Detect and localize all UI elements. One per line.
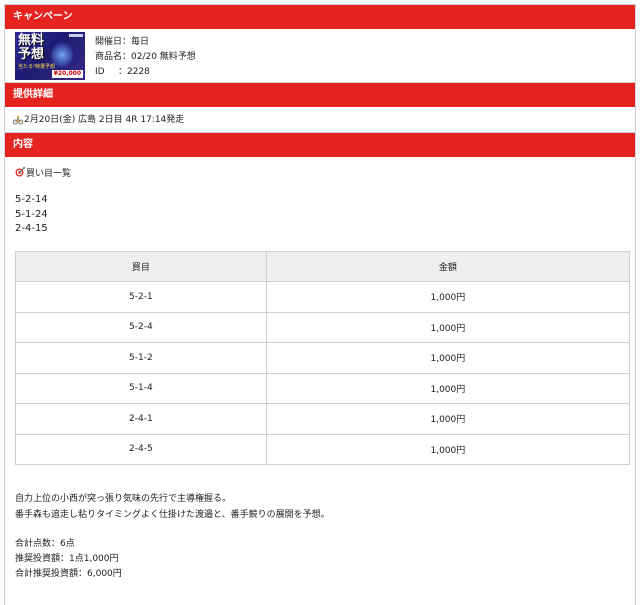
table-row: 5-1-4 1,000円 [15, 372, 631, 404]
total-points: 合計点数：6点 [15, 539, 75, 549]
table-row: 5-2-1 1,000円 [15, 281, 631, 313]
combo-item: 2-4-15 [15, 223, 48, 234]
comment-line: 番手森も追走し粘りタイミングよく仕掛けた渡邉と、番手競りの展開を予想。 [15, 510, 330, 520]
comment-line: 自力上位の小西が突っ張り気味の先行で主導権握る。 [15, 494, 232, 504]
campaign-product: 商品名：02/20 無料予想 [95, 52, 196, 62]
bets-col-header-amount: 金額 [265, 250, 631, 282]
prediction-comment: 自力上位の小西が突っ張り気味の先行で主導権握る。 番手森も追走し粘りタイミングよ… [15, 491, 625, 523]
combo-item: 5-1-24 [15, 208, 48, 220]
banner-line2: 予想 [18, 47, 45, 62]
campaign-id-value: ：2228 [118, 67, 150, 77]
campaign-info: 開催日：毎日 商品名：02/20 無料予想 ID ：2228 [95, 29, 196, 82]
bets-table: 買目 金額 5-2-1 1,000円 5-2-4 1,000円 5-1-2 1,… [15, 250, 631, 466]
buy-list-title-text: 買い目一覧 [26, 168, 72, 179]
bet-combo-cell: 2-4-5 [15, 433, 267, 465]
bicycle-rider-icon [13, 115, 23, 124]
race-info-line: 2月20日(金) 広島 2日目 4R 17:14発走 [5, 107, 635, 133]
table-row: 2-4-5 1,000円 [15, 433, 631, 465]
dart-target-icon [15, 167, 25, 177]
bet-combo-cell: 5-2-1 [15, 281, 267, 313]
content-header: 内容 [5, 133, 635, 157]
bet-combo-cell: 5-1-2 [15, 342, 267, 374]
banner-line1: 無料 [18, 33, 45, 48]
bet-combo-cell: 5-1-4 [15, 372, 267, 404]
table-row: 5-1-2 1,000円 [15, 342, 631, 374]
campaign-id-label: ID [95, 67, 105, 77]
banner-small-text: 当たる!特選予想 [18, 64, 56, 70]
bet-amount-cell: 1,000円 [265, 281, 631, 313]
total-recommended-stake: 合計推奨投資額：6,000円 [15, 569, 122, 579]
race-info-text: 2月20日(金) 広島 2日目 4R 17:14発走 [24, 114, 185, 125]
campaign-banner[interactable]: 無料 予想 当たる!特選予想 ¥20,000 [15, 32, 85, 80]
banner-price: ¥20,000 [51, 70, 83, 78]
banner-corner-mark [69, 34, 83, 37]
table-row: 2-4-1 1,000円 [15, 403, 631, 435]
bet-amount-cell: 1,000円 [265, 342, 631, 374]
content-body: 買い目一覧 5-2-14 5-1-24 2-4-15 買目 金額 5-2-1 1… [5, 157, 635, 582]
table-row: 5-2-4 1,000円 [15, 311, 631, 343]
page-frame: キャンペーン 無料 予想 当たる!特選予想 ¥20,000 開催日：毎日 商品名… [4, 4, 636, 605]
campaign-date: 開催日：毎日 [95, 37, 150, 47]
bet-amount-cell: 1,000円 [265, 403, 631, 435]
bet-combo-cell: 2-4-1 [15, 403, 267, 435]
campaign-id: ID ：2228 [95, 65, 196, 80]
campaign-block: 無料 予想 当たる!特選予想 ¥20,000 開催日：毎日 商品名：02/20 … [5, 29, 635, 83]
buy-list-title: 買い目一覧 [15, 165, 625, 179]
bet-amount-cell: 1,000円 [265, 372, 631, 404]
combo-list: 5-2-14 5-1-24 2-4-15 [15, 193, 625, 237]
bet-amount-cell: 1,000円 [265, 433, 631, 465]
recommended-stake: 推奨投資額：1点1,000円 [15, 554, 119, 564]
campaign-header: キャンペーン [5, 5, 635, 29]
totals-summary: 合計点数：6点 推奨投資額：1点1,000円 合計推奨投資額：6,000円 [15, 537, 625, 582]
detail-header: 提供詳細 [5, 83, 635, 107]
bets-col-header-combo: 買目 [15, 250, 267, 282]
combo-item: 5-2-14 [15, 194, 48, 205]
bets-table-header-row: 買目 金額 [15, 250, 631, 282]
bet-amount-cell: 1,000円 [265, 311, 631, 343]
bet-combo-cell: 5-2-4 [15, 311, 267, 343]
